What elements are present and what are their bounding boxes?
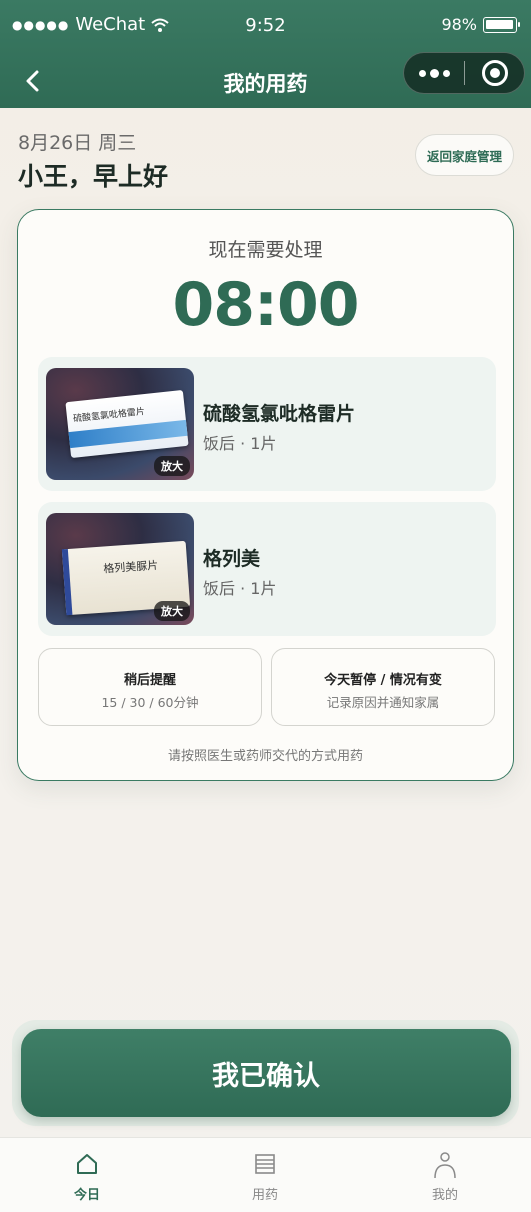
- zoom-button[interactable]: 放大: [154, 456, 190, 476]
- medication-photo[interactable]: 格列美脲片 放大: [46, 513, 194, 625]
- close-miniprogram-button[interactable]: [465, 60, 524, 86]
- box-text: 硫酸氢氯吡格雷片: [72, 407, 146, 425]
- more-dot-icon: [418, 69, 426, 77]
- list-icon: [255, 1154, 275, 1174]
- confirm-button[interactable]: 我已确认: [21, 1029, 511, 1117]
- tab-label: 我的: [431, 1188, 458, 1203]
- user-icon: [434, 1152, 456, 1179]
- remind-later-button[interactable]: 稍后提醒 15 / 30 / 60分钟: [38, 648, 262, 726]
- tab-me[interactable]: 我的: [385, 1138, 505, 1212]
- pill-box-image: 硫酸氢氯吡格雷片: [65, 389, 189, 459]
- action-title: 今天暂停 / 情况有变: [324, 673, 442, 688]
- more-dot-icon: [442, 69, 450, 77]
- medication-name: 格列美: [203, 548, 261, 570]
- family-management-button[interactable]: 返回家庭管理: [415, 134, 514, 176]
- medication-item: 格列美脲片 放大 格列美 饭后 · 1片: [38, 502, 496, 636]
- dose-time: 08:00: [172, 270, 360, 340]
- action-subtitle: 记录原因并通知家属: [326, 695, 440, 710]
- more-button[interactable]: [404, 68, 464, 78]
- tab-bar: 今日 用药 我的: [0, 1137, 531, 1212]
- battery: 98%: [441, 15, 520, 34]
- target-icon: [481, 60, 508, 86]
- medication-dose: 饭后 · 1片: [203, 434, 277, 453]
- confirm-container: 我已确认: [12, 1020, 519, 1126]
- battery-icon: [483, 16, 520, 33]
- status-bar: ●●●●● WeChat 9:52 98%: [0, 0, 531, 52]
- medication-photo[interactable]: 硫酸氢氯吡格雷片 放大: [46, 368, 194, 480]
- tab-label: 用药: [251, 1188, 278, 1203]
- action-subtitle: 15 / 30 / 60分钟: [101, 695, 199, 710]
- pause-today-button[interactable]: 今天暂停 / 情况有变 记录原因并通知家属: [271, 648, 495, 726]
- medication-card: 现在需要处理 08:00 硫酸氢氯吡格雷片 放大 硫酸氢氯吡格雷片 饭后 · 1…: [17, 209, 514, 781]
- medication-item: 硫酸氢氯吡格雷片 放大 硫酸氢氯吡格雷片 饭后 · 1片: [38, 357, 496, 491]
- greeting-text: 小王，早上好: [18, 162, 169, 191]
- usage-note: 请按照医生或药师交代的方式用药: [167, 749, 363, 764]
- action-title: 稍后提醒: [123, 673, 176, 688]
- miniprogram-capsule: [403, 52, 525, 94]
- box-band: [61, 548, 73, 616]
- tab-label: 今日: [73, 1188, 100, 1203]
- medication-dose: 饭后 · 1片: [203, 579, 277, 598]
- tab-medications[interactable]: 用药: [205, 1138, 325, 1212]
- zoom-button[interactable]: 放大: [154, 601, 190, 621]
- home-icon: [77, 1154, 97, 1174]
- date-label: 8月26日 周三: [18, 132, 137, 154]
- box-text: 格列美脲片: [102, 558, 159, 576]
- tab-today[interactable]: 今日: [27, 1138, 147, 1212]
- card-subtitle: 现在需要处理: [208, 239, 323, 261]
- medication-name: 硫酸氢氯吡格雷片: [203, 403, 356, 425]
- header: ●●●●● WeChat 9:52 98% 我的用药: [0, 0, 531, 108]
- more-dot-icon: [429, 68, 439, 78]
- box-stripe: [68, 419, 188, 449]
- battery-percent: 98%: [441, 15, 477, 34]
